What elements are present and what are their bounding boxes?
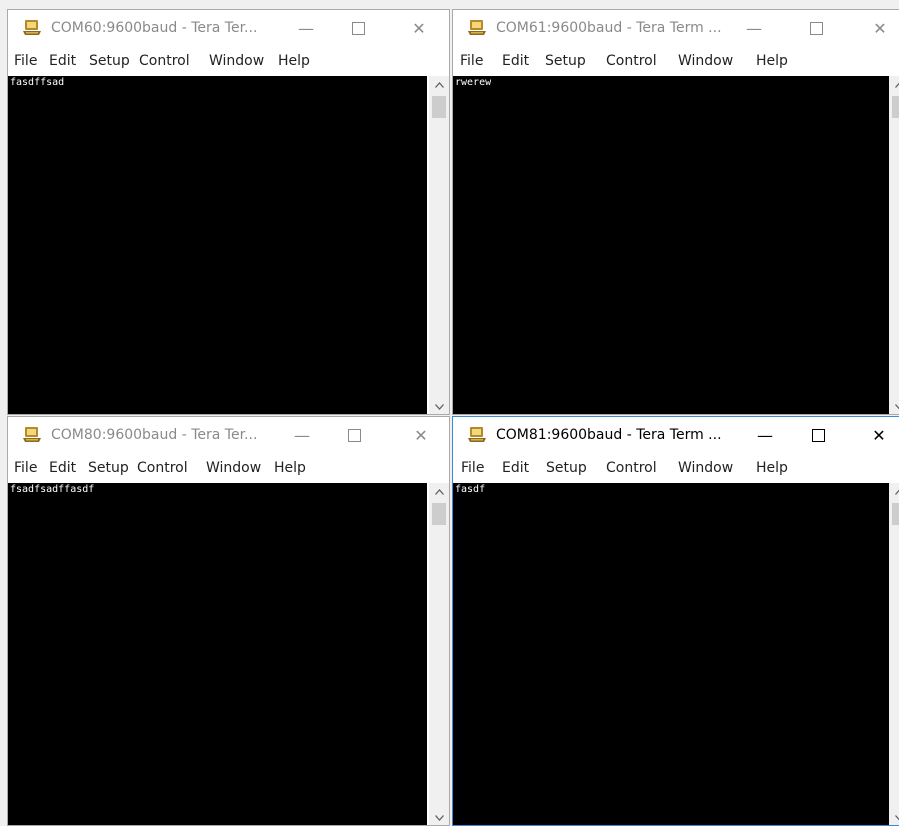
tera-term-app-icon[interactable] [22, 19, 42, 37]
window-com60[interactable]: COM60:9600baud - Tera Ter... — ✕ File Ed… [7, 9, 450, 415]
window-title: COM80:9600baud - Tera Ter... [51, 427, 258, 443]
menu-file[interactable]: File [460, 53, 483, 69]
tera-term-app-icon[interactable] [467, 426, 487, 444]
window-title: COM61:9600baud - Tera Term ... [496, 20, 722, 36]
terminal-screen[interactable]: fsadfsadffasdf [8, 483, 427, 825]
menu-window[interactable]: Window [206, 460, 261, 476]
close-button[interactable]: ✕ [401, 423, 441, 449]
vertical-scrollbar[interactable] [889, 76, 899, 414]
maximize-icon [811, 429, 825, 442]
terminal-screen[interactable]: fasdf [453, 483, 889, 825]
chevron-down-icon[interactable] [889, 809, 899, 825]
menu-setup[interactable]: Setup [89, 53, 130, 69]
menu-control[interactable]: Control [139, 53, 190, 69]
scroll-thumb[interactable] [432, 503, 446, 525]
menu-file[interactable]: File [461, 460, 484, 476]
terminal-screen[interactable]: fasdffsad [8, 76, 427, 414]
menu-window[interactable]: Window [678, 460, 733, 476]
menu-help[interactable]: Help [274, 460, 306, 476]
menu-file[interactable]: File [14, 460, 37, 476]
tera-term-app-icon[interactable] [22, 426, 42, 444]
menu-setup[interactable]: Setup [546, 460, 587, 476]
menu-control[interactable]: Control [606, 53, 657, 69]
desktop: COM60:9600baud - Tera Ter... — ✕ File Ed… [0, 0, 899, 826]
title-bar[interactable]: COM81:9600baud - Tera Term ... — ✕ [453, 417, 899, 455]
menu-bar: File Edit Setup Control Window Help [8, 457, 449, 481]
title-bar[interactable]: COM60:9600baud - Tera Ter... — ✕ [8, 10, 449, 48]
close-button[interactable]: ✕ [860, 16, 899, 42]
window-com81[interactable]: COM81:9600baud - Tera Term ... — ✕ File … [452, 416, 899, 826]
chevron-down-icon[interactable] [429, 398, 449, 414]
scroll-thumb[interactable] [892, 503, 899, 525]
maximize-button[interactable] [334, 423, 374, 449]
chevron-up-icon[interactable] [429, 483, 449, 501]
menu-bar: File Edit Setup Control Window Help [8, 50, 449, 74]
scroll-thumb[interactable] [432, 96, 446, 118]
scroll-thumb[interactable] [892, 96, 899, 118]
menu-window[interactable]: Window [678, 53, 733, 69]
menu-edit[interactable]: Edit [502, 460, 529, 476]
menu-setup[interactable]: Setup [88, 460, 129, 476]
chevron-down-icon[interactable] [889, 398, 899, 414]
maximize-icon [351, 22, 365, 35]
chevron-up-icon[interactable] [889, 76, 899, 94]
maximize-icon [347, 429, 361, 442]
window-com80[interactable]: COM80:9600baud - Tera Ter... — ✕ File Ed… [7, 416, 450, 826]
menu-edit[interactable]: Edit [49, 460, 76, 476]
menu-control[interactable]: Control [137, 460, 188, 476]
minimize-button[interactable]: — [745, 423, 785, 449]
close-button[interactable]: ✕ [859, 423, 899, 449]
menu-edit[interactable]: Edit [502, 53, 529, 69]
minimize-button[interactable]: — [734, 16, 774, 42]
menu-help[interactable]: Help [756, 53, 788, 69]
close-button[interactable]: ✕ [399, 16, 439, 42]
menu-window[interactable]: Window [209, 53, 264, 69]
maximize-button[interactable] [796, 16, 836, 42]
maximize-button[interactable] [338, 16, 378, 42]
window-com61[interactable]: COM61:9600baud - Tera Term ... — ✕ File … [452, 9, 899, 415]
title-bar[interactable]: COM61:9600baud - Tera Term ... — ✕ [453, 10, 899, 48]
vertical-scrollbar[interactable] [889, 483, 899, 825]
menu-bar: File Edit Setup Control Window Help [453, 50, 899, 74]
menu-help[interactable]: Help [278, 53, 310, 69]
menu-bar: File Edit Setup Control Window Help [453, 457, 899, 481]
title-bar[interactable]: COM80:9600baud - Tera Ter... — ✕ [8, 417, 449, 455]
minimize-button[interactable]: — [286, 16, 326, 42]
window-title: COM81:9600baud - Tera Term ... [496, 427, 722, 443]
window-title: COM60:9600baud - Tera Ter... [51, 20, 258, 36]
terminal-screen[interactable]: rwerew [453, 76, 889, 414]
menu-control[interactable]: Control [606, 460, 657, 476]
menu-setup[interactable]: Setup [545, 53, 586, 69]
chevron-up-icon[interactable] [429, 76, 449, 94]
menu-file[interactable]: File [14, 53, 37, 69]
maximize-button[interactable] [798, 423, 838, 449]
chevron-down-icon[interactable] [429, 809, 449, 825]
menu-help[interactable]: Help [756, 460, 788, 476]
vertical-scrollbar[interactable] [429, 76, 449, 414]
tera-term-app-icon[interactable] [467, 19, 487, 37]
vertical-scrollbar[interactable] [429, 483, 449, 825]
menu-edit[interactable]: Edit [49, 53, 76, 69]
minimize-button[interactable]: — [282, 423, 322, 449]
chevron-up-icon[interactable] [889, 483, 899, 501]
maximize-icon [809, 22, 823, 35]
